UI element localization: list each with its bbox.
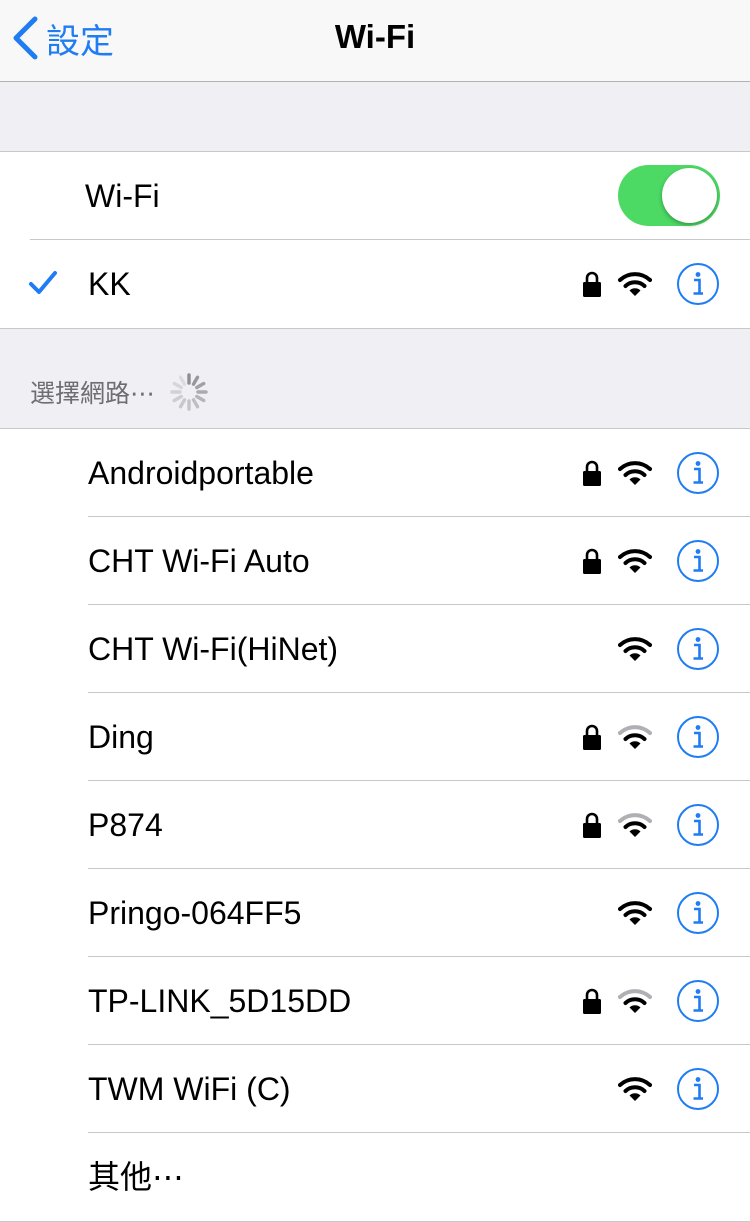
info-icon[interactable] [676,891,720,935]
network-name: Androidportable [88,455,314,491]
wifi-toggle-label: Wi-Fi [85,178,160,214]
info-icon[interactable] [676,451,720,495]
network-name: Pringo-064FF5 [88,895,302,931]
wifi-signal-icon [618,461,652,485]
wifi-signal-icon [618,725,652,749]
wifi-signal-icon [618,637,652,661]
network-row[interactable]: Ding [0,693,750,781]
connected-network-name: KK [88,266,131,302]
wifi-signal-icon [618,1077,652,1101]
network-row[interactable]: P874 [0,781,750,869]
wifi-toggle-row: Wi-Fi [0,152,750,240]
info-icon[interactable] [676,715,720,759]
lock-icon [583,988,601,1014]
lock-icon [583,724,601,750]
lock-icon [583,460,601,486]
info-icon[interactable] [676,262,720,306]
network-row[interactable]: TWM WiFi (C) [0,1045,750,1133]
lock-icon [583,548,601,574]
other-network-label: 其他⋯ [88,1159,185,1195]
other-network-row[interactable]: 其他⋯ [0,1133,750,1221]
wifi-signal-icon [618,272,652,296]
checkmark-icon [29,271,57,294]
wifi-toggle-group: Wi-Fi KK [0,151,750,329]
toggle-knob [662,168,717,223]
info-icon[interactable] [676,979,720,1023]
network-name: TP-LINK_5D15DD [88,983,352,1019]
wifi-signal-icon [618,549,652,573]
wifi-signal-icon [618,813,652,837]
info-icon[interactable] [676,803,720,847]
wifi-signal-icon [618,901,652,925]
info-icon[interactable] [676,1067,720,1111]
network-row[interactable]: CHT Wi-Fi Auto [0,517,750,605]
navigation-bar: 設定 Wi-Fi [0,0,750,82]
network-row[interactable]: TP-LINK_5D15DD [0,957,750,1045]
section-header: 選擇網路⋯ [30,372,209,412]
info-icon[interactable] [676,539,720,583]
info-icon[interactable] [676,627,720,671]
lock-icon [583,812,601,838]
loading-spinner-icon [170,373,208,411]
connected-network-row[interactable]: KK [0,240,750,328]
network-row[interactable]: Pringo-064FF5 [0,869,750,957]
wifi-signal-icon [618,989,652,1013]
network-row[interactable]: Androidportable [0,429,750,517]
network-name: TWM WiFi (C) [88,1071,291,1107]
network-name: P874 [88,807,163,843]
page-title: Wi-Fi [334,18,416,55]
network-name: CHT Wi-Fi Auto [88,543,310,579]
section-header-label: 選擇網路⋯ [30,379,156,408]
network-name: CHT Wi-Fi(HiNet) [88,631,339,667]
network-row[interactable]: CHT Wi-Fi(HiNet) [0,605,750,693]
network-name: Ding [88,719,154,755]
network-list: Androidportable CHT Wi-Fi Auto CHT Wi-Fi(H… [0,428,750,1222]
lock-icon [583,271,601,297]
wifi-toggle-switch[interactable] [618,165,720,226]
